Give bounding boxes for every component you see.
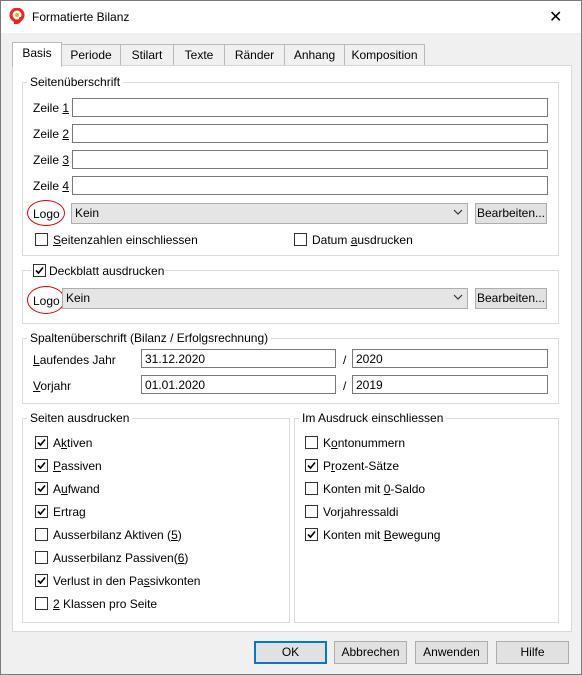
row3-input[interactable] (72, 150, 548, 169)
header-group-title: Seitenüberschrift (27, 75, 124, 89)
header-logo-value: Kein (75, 206, 100, 220)
previous-year-date-input[interactable]: 01.01.2020 (141, 375, 336, 394)
print-page-option-label: 2 Klassen pro Seite (53, 597, 158, 611)
print-page-option-checkbox[interactable] (35, 574, 48, 587)
red-highlight-circle (27, 200, 65, 226)
page-numbers-label: Seitenzahlen einschliessen (53, 233, 198, 247)
tab-stilart[interactable]: Stilart (120, 44, 174, 65)
include-option-checkbox[interactable] (305, 459, 318, 472)
tab-panel-basis: Seitenüberschrift Zeile 1 Zeile 2 Zeile … (12, 65, 572, 632)
tab-anhang[interactable]: Anhang (284, 44, 345, 65)
include-option-checkbox[interactable] (305, 436, 318, 449)
title-bar[interactable]: Formatierte Bilanz ✕ (1, 1, 581, 33)
check-icon (307, 461, 316, 470)
cover-logo-edit-button[interactable]: Bearbeiten... (475, 288, 547, 309)
print-page-option-checkbox[interactable] (35, 459, 48, 472)
cover-logo-dropdown[interactable]: Kein (62, 288, 468, 309)
cover-page-label: Deckblatt ausdrucken (49, 264, 165, 278)
row1-input[interactable] (72, 98, 548, 117)
close-icon[interactable]: ✕ (549, 7, 562, 27)
cover-logo-value: Kein (66, 291, 91, 305)
print-pages-group-title: Seiten ausdrucken (27, 411, 133, 425)
column-header-group (22, 338, 559, 404)
tab-periode[interactable]: Periode (61, 44, 121, 65)
current-year-separator: / (343, 353, 347, 367)
check-icon (37, 438, 46, 447)
cover-page-checkbox[interactable] (33, 264, 46, 277)
help-button[interactable]: Hilfe (496, 641, 569, 664)
red-highlight-circle (27, 286, 65, 314)
print-page-option-label: Aktiven (53, 436, 93, 450)
check-icon (35, 266, 44, 275)
print-page-option-label: Ausserbilanz Aktiven (5) (53, 528, 182, 542)
check-icon (37, 461, 46, 470)
cover-group-header: Deckblatt ausdrucken (31, 263, 165, 279)
print-page-option-checkbox[interactable] (35, 597, 48, 610)
print-page-option-checkbox[interactable] (35, 436, 48, 449)
apply-button[interactable]: Anwenden (415, 641, 488, 664)
current-year-label: Laufendes Jahr (33, 353, 116, 367)
include-option-label: Konten mit Bewegung (323, 528, 441, 542)
current-year-input[interactable]: 2020 (352, 349, 548, 368)
window-title: Formatierte Bilanz (32, 10, 130, 24)
tab-texte[interactable]: Texte (173, 44, 225, 65)
include-group-title: Im Ausdruck einschliessen (299, 411, 447, 425)
row2-label: Zeile 2 (33, 127, 70, 141)
column-header-group-title: Spaltenüberschrift (Bilanz / Erfolgsrech… (27, 331, 272, 345)
chevron-down-icon (453, 294, 463, 300)
header-logo-edit-button[interactable]: Bearbeiten... (475, 203, 547, 224)
include-option-checkbox[interactable] (305, 505, 318, 518)
check-icon (37, 507, 46, 516)
tab-basis[interactable]: Basis (12, 42, 62, 67)
print-page-option-checkbox[interactable] (35, 551, 48, 564)
row2-input[interactable] (72, 124, 548, 143)
row4-input[interactable] (72, 176, 548, 195)
print-page-option-checkbox[interactable] (35, 482, 48, 495)
include-option-label: Vorjahressaldi (323, 505, 399, 519)
include-option-label: Kontonummern (323, 436, 406, 450)
page-numbers-checkbox[interactable] (35, 233, 48, 246)
check-icon (37, 484, 46, 493)
include-option-label: Konten mit 0-Saldo (323, 482, 426, 496)
previous-year-input[interactable]: 2019 (352, 375, 548, 394)
print-page-option-checkbox[interactable] (35, 528, 48, 541)
cancel-button[interactable]: Abbrechen (334, 641, 407, 664)
include-option-checkbox[interactable] (305, 482, 318, 495)
previous-year-separator: / (343, 379, 347, 393)
app-logo-icon (9, 8, 25, 24)
dialog-window: Formatierte Bilanz ✕ Basis Periode Stila… (0, 0, 582, 675)
row3-label: Zeile 3 (33, 153, 70, 167)
print-page-option-label: Verlust in den Passivkonten (53, 574, 201, 588)
print-date-label: Datum ausdrucken (312, 233, 413, 247)
check-icon (37, 576, 46, 585)
include-option-checkbox[interactable] (305, 528, 318, 541)
header-logo-dropdown[interactable]: Kein (71, 203, 468, 224)
tab-komposition[interactable]: Komposition (344, 44, 425, 65)
check-icon (307, 530, 316, 539)
print-date-checkbox[interactable] (294, 233, 307, 246)
row1-label: Zeile 1 (33, 101, 70, 115)
row4-label: Zeile 4 (33, 179, 70, 193)
current-year-date-input[interactable]: 31.12.2020 (141, 349, 336, 368)
include-option-label: Prozent-Sätze (323, 459, 400, 473)
ok-button[interactable]: OK (254, 641, 327, 664)
print-page-option-checkbox[interactable] (35, 505, 48, 518)
print-page-option-label: Ausserbilanz Passiven(6) (53, 551, 189, 565)
print-page-option-label: Ertrag (53, 505, 86, 519)
previous-year-label: Vorjahr (33, 379, 72, 393)
print-page-option-label: Aufwand (53, 482, 100, 496)
chevron-down-icon (453, 209, 463, 215)
tab-raender[interactable]: Ränder (224, 44, 285, 65)
print-page-option-label: Passiven (53, 459, 102, 473)
